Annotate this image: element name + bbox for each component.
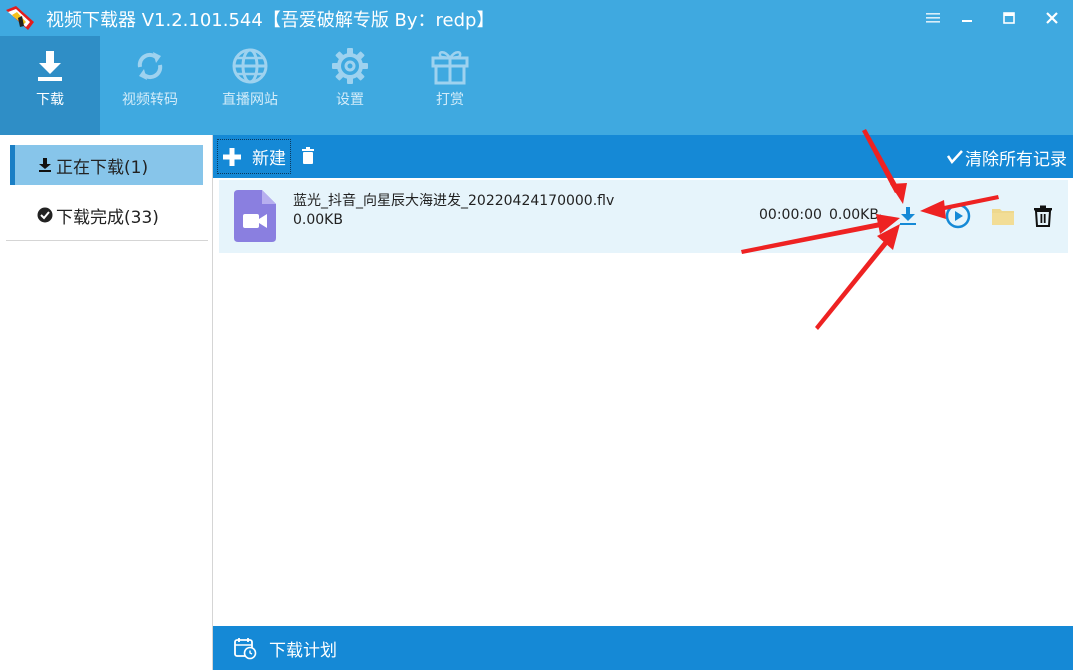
sidebar-item-completed-label: 下载完成(33) [56, 207, 159, 228]
play-icon [945, 203, 971, 229]
download-speed: 0.00KB/s [829, 207, 881, 223]
open-folder-button[interactable] [988, 200, 1018, 232]
close-button[interactable] [1032, 0, 1072, 36]
toolbar-convert-label: 视频转码 [122, 92, 178, 108]
file-size: 0.00KB [293, 212, 343, 228]
maximize-icon [1003, 12, 1015, 24]
minimize-icon [962, 20, 972, 22]
window-title: 视频下载器 V1.2.101.544【吾爱破解专版 By：redp】 [46, 10, 495, 31]
toolbar-live-sites-button[interactable]: 直播网站 [200, 36, 300, 135]
toolbar-download-label: 下载 [36, 92, 64, 108]
trash-icon [302, 147, 314, 164]
new-download-button[interactable]: 新建 [217, 139, 291, 174]
app-logo [6, 6, 34, 30]
left-sidebar: 正在下载(1) 下载完成(33) [0, 135, 213, 670]
download-schedule-label: 下载计划 [269, 640, 337, 661]
globe-icon [232, 48, 268, 84]
downloads-header-bar: 新建 清除所有记录 [213, 135, 1073, 178]
delete-task-button[interactable] [1028, 200, 1058, 232]
title-bar: 视频下载器 V1.2.101.544【吾爱破解专版 By：redp】 [0, 0, 1073, 36]
maximize-button[interactable] [989, 0, 1029, 36]
sidebar-item-downloading[interactable]: 正在下载(1) [10, 145, 203, 185]
download-list-item[interactable]: 蓝光_抖音_向星辰大海进发_20220424170000.flv 0.00KB … [219, 180, 1068, 253]
delete-selected-button[interactable] [301, 147, 317, 167]
broom-check-icon [947, 149, 963, 165]
toolbar-settings-label: 设置 [336, 92, 364, 108]
sidebar-divider [6, 240, 208, 241]
folder-icon [992, 209, 1014, 225]
gift-icon [431, 51, 469, 85]
close-icon [1046, 12, 1058, 24]
toolbar-live-sites-label: 直播网站 [222, 92, 278, 108]
calendar-clock-icon [234, 638, 257, 660]
plus-icon [223, 147, 241, 166]
check-circle-icon [36, 206, 54, 224]
clear-all-records-button[interactable]: 清除所有记录 [947, 145, 1067, 170]
annotation-arrow [815, 241, 888, 330]
toolbar-settings-button[interactable]: 设置 [300, 36, 400, 135]
new-download-label: 新建 [252, 149, 286, 169]
menu-icon [926, 13, 940, 23]
toolbar-download-button[interactable]: 下载 [0, 36, 100, 135]
sidebar-item-downloading-label: 正在下载(1) [56, 157, 149, 178]
play-button[interactable] [943, 200, 973, 232]
download-icon [38, 51, 62, 81]
main-toolbar: 下载 视频转码 直播网站 设置 打赏 [0, 36, 1073, 135]
minimize-button[interactable] [947, 0, 987, 36]
start-download-button[interactable] [893, 200, 923, 232]
download-icon [900, 207, 916, 225]
download-icon [36, 156, 54, 174]
sidebar-item-completed[interactable]: 下载完成(33) [10, 195, 203, 235]
convert-icon [137, 52, 163, 80]
download-schedule-button[interactable]: 下载计划 [213, 626, 1073, 670]
elapsed-time: 00:00:00 [759, 207, 822, 223]
gear-icon [332, 48, 368, 84]
video-file-icon [234, 190, 276, 242]
trash-icon [1034, 205, 1052, 227]
toolbar-donate-label: 打赏 [436, 92, 464, 108]
toolbar-convert-button[interactable]: 视频转码 [100, 36, 200, 135]
file-name: 蓝光_抖音_向星辰大海进发_20220424170000.flv [293, 193, 615, 209]
toolbar-donate-button[interactable]: 打赏 [400, 36, 500, 135]
clear-all-records-label: 清除所有记录 [965, 149, 1067, 170]
